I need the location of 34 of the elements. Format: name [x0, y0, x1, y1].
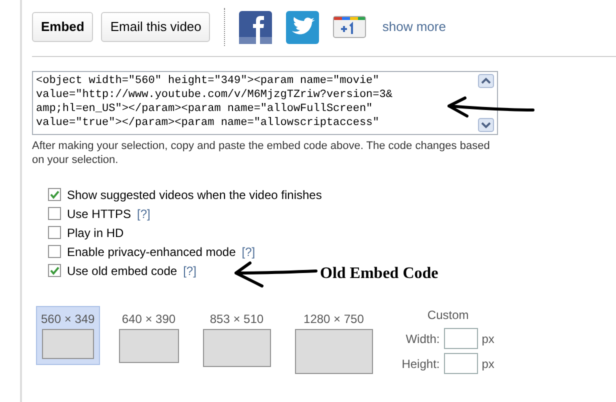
unit-label: px — [482, 356, 494, 372]
help-link[interactable]: [?] — [137, 204, 150, 222]
custom-size-label: Custom — [426, 307, 470, 324]
help-link[interactable]: [?] — [242, 242, 256, 260]
size-option[interactable]: 853 × 510 — [198, 306, 276, 373]
help-link[interactable]: [?] — [183, 262, 196, 280]
embed-code-field[interactable]: <object width="560" height="349"><param name="movie" value="http://www.youtube.com/v/M6MjzgTZriw?version=3& amp;hl=en_US"></param><param name="allowFullScreen" value="true"></param><param name="allowscriptaccess" — [32, 71, 498, 135]
size-option[interactable]: 640 × 390 — [114, 306, 184, 369]
size-input[interactable] — [444, 328, 478, 349]
checkbox[interactable] — [48, 207, 61, 220]
scroll-down-icon[interactable] — [478, 118, 494, 132]
twitter-icon[interactable] — [286, 10, 320, 44]
instruction-text: After making your selection, copy and paste the embed code above. The code changes based on your selection. — [32, 139, 491, 167]
scroll-up-icon[interactable] — [478, 74, 494, 88]
option-label[interactable]: Play in HD — [67, 224, 124, 242]
option-label[interactable]: Enable privacy-enhanced mode — [67, 242, 236, 260]
checkbox[interactable] — [48, 226, 61, 239]
annotation-label: Old Embed Code — [320, 264, 438, 284]
unit-label: px — [482, 330, 494, 348]
checkbox[interactable] — [48, 264, 61, 277]
field-label: Height: — [402, 356, 440, 372]
plus-one-icon[interactable] — [333, 16, 366, 38]
email-button[interactable]: Email this video — [101, 12, 210, 42]
field-label: Width: — [406, 330, 440, 348]
embed-button[interactable]: Embed — [32, 12, 94, 42]
checkbox[interactable] — [48, 188, 61, 201]
facebook-icon[interactable] — [239, 10, 272, 44]
size-input[interactable] — [444, 353, 478, 374]
checkbox[interactable] — [48, 245, 61, 258]
show-more-link[interactable]: show more — [382, 17, 446, 37]
option-label[interactable]: Show suggested videos when the video finishes — [67, 186, 322, 204]
option-label[interactable]: Use HTTPS — [67, 204, 132, 222]
size-option[interactable]: 560 × 349 — [36, 306, 100, 365]
option-label[interactable]: Use old embed code — [67, 262, 178, 280]
